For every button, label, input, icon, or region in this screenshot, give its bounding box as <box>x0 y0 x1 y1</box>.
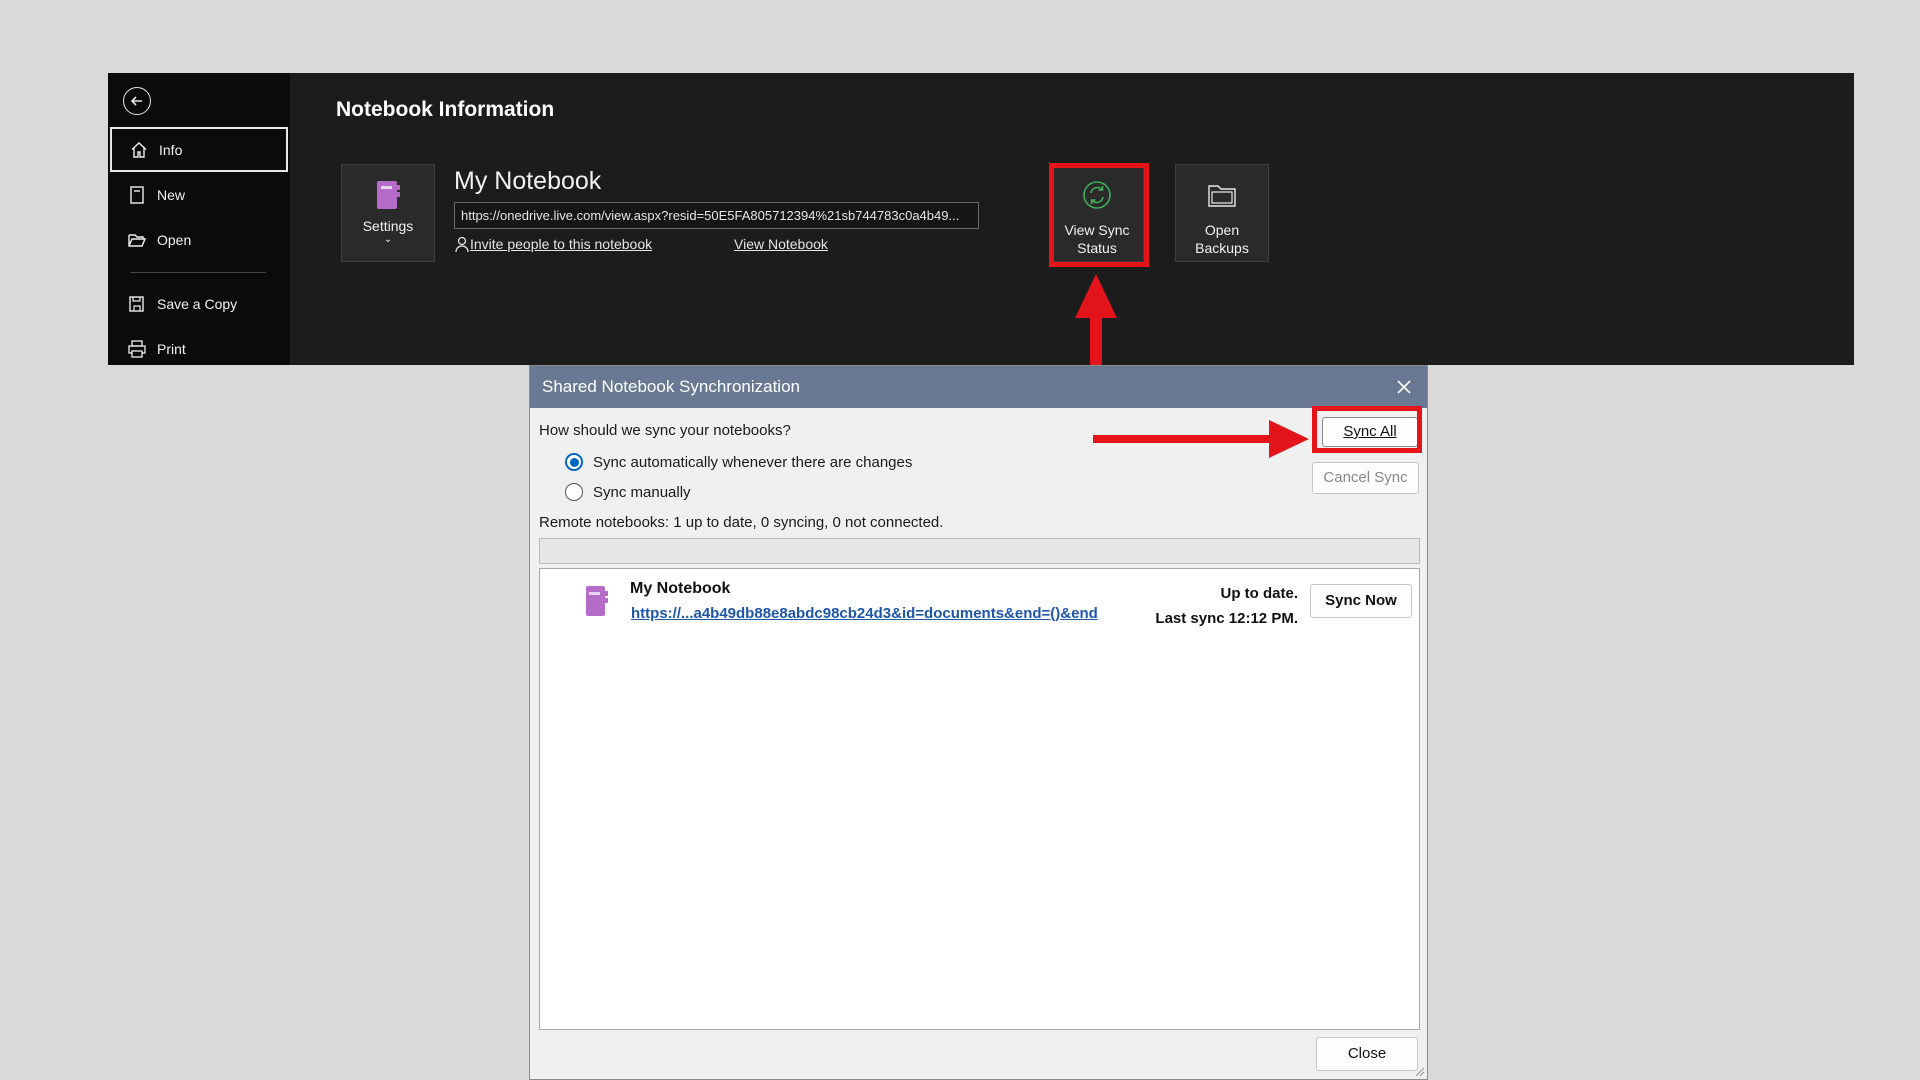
status-text: Up to date. <box>1220 585 1299 602</box>
nav-item-save-a-copy[interactable]: Save a Copy <box>110 281 288 326</box>
notebook-icon <box>586 586 608 616</box>
radio-label: Sync manually <box>593 483 691 501</box>
nav-item-label: Open <box>157 231 192 248</box>
annotation-arrow-up <box>1075 274 1117 366</box>
radio-label: Sync automatically whenever there are ch… <box>593 453 913 471</box>
sync-dialog: Shared Notebook Synchronization How shou… <box>529 365 1428 1080</box>
notebook-url-field[interactable]: https://onedrive.live.com/view.aspx?resi… <box>454 202 979 229</box>
nav-divider <box>130 272 266 273</box>
nav-item-label: Print <box>157 340 186 357</box>
nav-item-info[interactable]: Info <box>110 127 288 172</box>
nav-item-label: New <box>157 186 186 203</box>
open-backups-button[interactable]: Open Backups <box>1175 164 1269 262</box>
new-page-icon <box>127 185 147 205</box>
notebook-link[interactable]: https://...a4b49db88e8abdc98cb24d3&id=do… <box>631 605 1098 622</box>
radio-sync-manually[interactable]: Sync manually <box>565 483 691 501</box>
backstage-view: Info New Open Save a Copy Print Notebook… <box>108 73 1854 365</box>
invite-people-link[interactable]: Invite people to this notebook <box>454 236 652 252</box>
highlight-box <box>1312 406 1422 453</box>
close-button[interactable]: Close <box>1316 1037 1418 1071</box>
nav-item-label: Save a Copy <box>157 295 238 312</box>
printer-icon <box>127 339 147 359</box>
nav-item-new[interactable]: New <box>110 172 288 217</box>
backstage-sidebar: Info New Open Save a Copy Print <box>108 73 290 365</box>
settings-label: Settings <box>362 218 414 234</box>
notebook-name: My Notebook <box>454 167 602 195</box>
close-icon <box>1397 380 1411 394</box>
person-icon <box>455 236 469 252</box>
remote-status-text: Remote notebooks: 1 up to date, 0 syncin… <box>539 514 944 531</box>
notebook-list: My Notebook https://...a4b49db88e8abdc98… <box>539 568 1420 1030</box>
sync-progress-bar <box>539 538 1420 564</box>
resize-grip-icon[interactable] <box>1413 1065 1425 1077</box>
radio-sync-automatically[interactable]: Sync automatically whenever there are ch… <box>565 453 912 471</box>
folder-open-icon <box>127 230 147 250</box>
chevron-down-icon: ⌄ <box>383 234 393 245</box>
notebook-name: My Notebook <box>630 580 731 597</box>
page-title: Notebook Information <box>336 98 555 121</box>
radio-button-selected[interactable] <box>565 453 583 471</box>
cancel-sync-button[interactable]: Cancel Sync <box>1312 462 1419 494</box>
dialog-titlebar: Shared Notebook Synchronization <box>530 366 1427 408</box>
sync-question: How should we sync your notebooks? <box>539 422 791 439</box>
invite-label: Invite people to this notebook <box>470 236 653 252</box>
home-icon <box>129 140 149 160</box>
folder-icon <box>1208 185 1236 207</box>
nav-item-print[interactable]: Print <box>110 326 288 371</box>
sync-now-button[interactable]: Sync Now <box>1310 584 1412 618</box>
nav-item-label: Info <box>159 141 183 158</box>
highlight-box <box>1049 163 1149 267</box>
dialog-close-button[interactable] <box>1393 366 1415 408</box>
dialog-title: Shared Notebook Synchronization <box>542 377 800 396</box>
notebook-icon <box>377 181 400 209</box>
tile-label-line1: Open <box>1204 222 1240 238</box>
annotation-arrow-right <box>1093 420 1309 458</box>
nav-item-open[interactable]: Open <box>110 217 288 262</box>
back-arrow-icon <box>130 96 142 106</box>
save-copy-icon <box>127 294 147 314</box>
sync-status: Up to date. Last sync 12:12 PM. <box>1155 581 1298 631</box>
last-sync-text: Last sync 12:12 PM. <box>1155 610 1298 627</box>
view-notebook-link[interactable]: View Notebook <box>734 236 828 252</box>
tile-label-line2: Backups <box>1195 240 1249 256</box>
settings-button[interactable]: Settings ⌄ <box>341 164 435 262</box>
back-button[interactable] <box>123 87 151 115</box>
radio-button[interactable] <box>565 483 583 501</box>
